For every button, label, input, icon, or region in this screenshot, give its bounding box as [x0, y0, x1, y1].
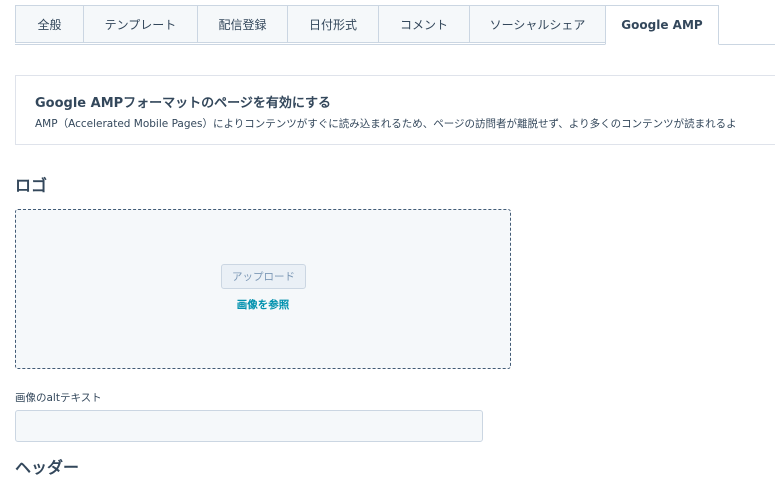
alt-text-label: 画像のaltテキスト	[15, 392, 102, 404]
tab-social-sharing[interactable]: ソーシャルシェア	[469, 5, 605, 43]
tab-google-amp[interactable]: Google AMP	[605, 5, 719, 45]
settings-tabs: 全般 テンプレート 配信登録 日付形式 コメント ソーシャルシェア Google…	[15, 5, 775, 45]
tab-comments[interactable]: コメント	[378, 5, 469, 43]
upload-button[interactable]: アップロード	[221, 264, 306, 289]
amp-title[interactable]: Google AMPフォーマットのページを有効にする	[35, 92, 331, 111]
header-section-heading: ヘッダー	[15, 458, 80, 477]
alt-text-input[interactable]	[15, 410, 483, 442]
tab-subscription[interactable]: 配信登録	[197, 5, 287, 43]
browse-image-link[interactable]: 画像を参照	[16, 297, 510, 312]
logo-dropzone[interactable]: アップロード 画像を参照	[15, 209, 511, 369]
tab-date-format[interactable]: 日付形式	[287, 5, 378, 43]
amp-toggle-section: Google AMPフォーマットのページを有効にする AMP（Accelerat…	[15, 75, 775, 145]
logo-heading: ロゴ	[15, 176, 48, 195]
tab-template[interactable]: テンプレート	[83, 5, 197, 43]
amp-description: AMP（Accelerated Mobile Pages）によりコンテンツがすぐ…	[35, 118, 737, 130]
tab-general[interactable]: 全般	[15, 5, 83, 43]
